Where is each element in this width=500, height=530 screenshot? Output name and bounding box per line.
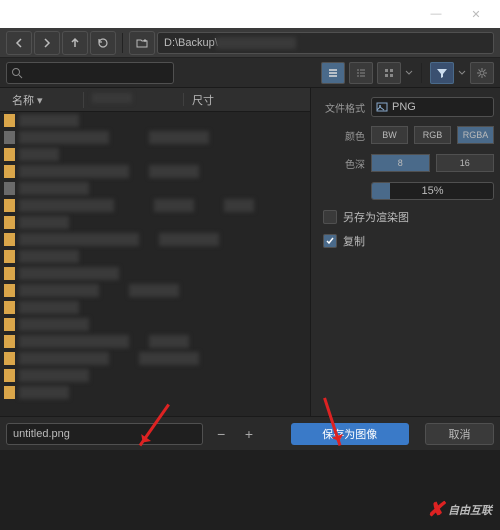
settings-button[interactable] xyxy=(470,62,494,84)
up-button[interactable] xyxy=(62,31,88,55)
view-list-button[interactable] xyxy=(321,62,345,84)
color-bw[interactable]: BW xyxy=(371,126,408,144)
color-label: 颜色 xyxy=(317,128,365,143)
list-item xyxy=(0,350,310,367)
depth-8[interactable]: 8 xyxy=(371,154,430,172)
options-panel: 文件格式 PNG 颜色 BW RGB RGBA 色深 8 16 15% 另存为渲… xyxy=(310,88,500,416)
depth-16[interactable]: 16 xyxy=(436,154,495,172)
search-icon xyxy=(11,67,23,79)
compression-slider[interactable]: 15% xyxy=(371,182,494,200)
list-item xyxy=(0,129,310,146)
close-button[interactable]: ✕ xyxy=(456,0,496,28)
list-item xyxy=(0,367,310,384)
save-as-image-button[interactable]: 保存为图像 xyxy=(291,423,409,445)
refresh-button[interactable] xyxy=(90,31,116,55)
list-item xyxy=(0,180,310,197)
list-item xyxy=(0,231,310,248)
list-item xyxy=(0,316,310,333)
col-name[interactable]: 名称 ▾ xyxy=(4,92,84,108)
cancel-button[interactable]: 取消 xyxy=(425,423,494,445)
view-detail-button[interactable] xyxy=(349,62,373,84)
minimize-button[interactable]: — xyxy=(416,0,456,28)
new-folder-button[interactable] xyxy=(129,31,155,55)
list-item xyxy=(0,282,310,299)
chevron-down-icon xyxy=(405,67,413,79)
search-input[interactable] xyxy=(6,62,174,84)
file-list-panel: 名称 ▾ 尺寸 xyxy=(0,88,310,416)
path-input[interactable]: D:\Backup\ xyxy=(157,32,494,54)
image-icon xyxy=(376,101,388,113)
watermark-x-icon: ✘ xyxy=(427,497,444,522)
depth-label: 色深 xyxy=(317,156,365,171)
back-button[interactable] xyxy=(6,31,32,55)
copy-label: 复制 xyxy=(343,233,365,249)
list-item xyxy=(0,163,310,180)
color-rgb[interactable]: RGB xyxy=(414,126,451,144)
list-item xyxy=(0,248,310,265)
color-rgba[interactable]: RGBA xyxy=(457,126,494,144)
col-modified[interactable] xyxy=(84,93,184,106)
filter-button[interactable] xyxy=(430,62,454,84)
chevron-down-icon xyxy=(458,67,466,79)
list-item xyxy=(0,214,310,231)
window-titlebar: — ✕ xyxy=(0,0,500,28)
decrement-button[interactable]: − xyxy=(211,424,231,444)
increment-button[interactable]: + xyxy=(239,424,259,444)
save-render-checkbox[interactable] xyxy=(323,210,337,224)
bottom-bar: untitled.png − + 保存为图像 取消 xyxy=(0,416,500,450)
footer-area: ✘ 自由互联 xyxy=(0,450,500,530)
format-dropdown[interactable]: PNG xyxy=(371,97,494,117)
nav-toolbar: D:\Backup\ xyxy=(0,28,500,58)
list-item xyxy=(0,265,310,282)
file-list[interactable] xyxy=(0,112,310,416)
forward-button[interactable] xyxy=(34,31,60,55)
list-item xyxy=(0,333,310,350)
save-render-label: 另存为渲染图 xyxy=(343,209,409,225)
watermark: ✘ 自由互联 xyxy=(427,497,492,522)
list-item xyxy=(0,146,310,163)
view-thumb-button[interactable] xyxy=(377,62,401,84)
list-item xyxy=(0,112,310,129)
format-label: 文件格式 xyxy=(317,100,365,115)
list-item xyxy=(0,299,310,316)
list-item xyxy=(0,197,310,214)
filename-input[interactable]: untitled.png xyxy=(6,423,203,445)
list-item xyxy=(0,384,310,401)
copy-checkbox[interactable] xyxy=(323,234,337,248)
col-size[interactable]: 尺寸 xyxy=(184,92,244,108)
search-toolbar xyxy=(0,58,500,88)
